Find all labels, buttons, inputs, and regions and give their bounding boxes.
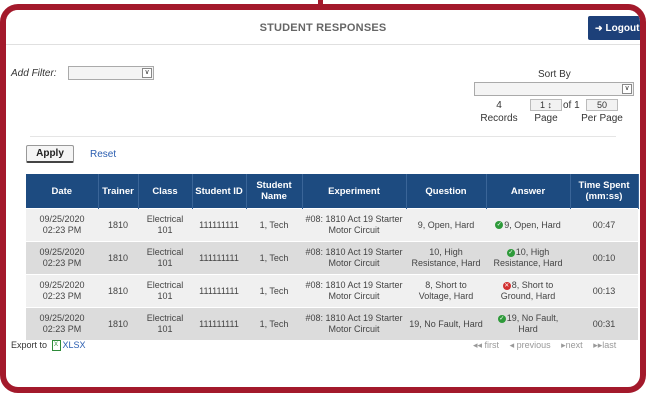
- reset-link[interactable]: Reset: [90, 149, 116, 160]
- cell-student-id: 111111111: [192, 241, 246, 275]
- cell-time-spent: 00:47: [570, 208, 638, 242]
- cell-student-name: 1, Tech: [246, 208, 302, 242]
- cell-trainer: 1810: [98, 241, 138, 275]
- cell-trainer: 1810: [98, 307, 138, 340]
- check-circle-icon: ✓: [506, 248, 515, 257]
- table-row[interactable]: 09/25/2020 02:23 PM 1810 Electrical 101 …: [26, 274, 638, 308]
- cell-trainer: 1810: [98, 274, 138, 308]
- add-filter-select[interactable]: ∨: [68, 66, 154, 80]
- page-stepper[interactable]: 1 ↕: [530, 99, 562, 111]
- export-label: Export to: [11, 340, 48, 350]
- page-of-label: of 1: [563, 100, 580, 111]
- cell-student-id: 111111111: [192, 208, 246, 242]
- cell-student-id: 111111111: [192, 307, 246, 340]
- cell-experiment: #08: 1810 Act 19 Starter Motor Circuit: [302, 307, 406, 340]
- answer-text: 10, High Resistance, Hard: [493, 247, 563, 268]
- column-header-answer[interactable]: Answer: [486, 174, 571, 209]
- cell-question: 10, High Resistance, Hard: [406, 241, 486, 275]
- cell-date: 09/25/2020 02:23 PM: [26, 241, 98, 275]
- add-filter-label: Add Filter:: [11, 68, 57, 79]
- last-page-link[interactable]: ▸▸last: [593, 340, 620, 350]
- records-count: 4: [496, 100, 502, 111]
- table-header-row: Date Trainer Class Student ID Student Na…: [26, 174, 639, 209]
- first-page-link[interactable]: ◂◂ first: [473, 340, 503, 350]
- cell-question: 19, No Fault, Hard: [406, 307, 486, 340]
- column-header-student-id[interactable]: Student ID: [192, 174, 247, 209]
- table-row[interactable]: 09/25/2020 02:23 PM 1810 Electrical 101 …: [26, 241, 638, 275]
- logout-icon: ➜: [595, 22, 603, 33]
- app-window: STUDENT RESPONSES ➜ Logout Add Filter: ∨…: [0, 4, 646, 393]
- sort-by-label: Sort By: [538, 69, 571, 80]
- apply-button[interactable]: Apply: [26, 145, 74, 163]
- cell-student-name: 1, Tech: [246, 241, 302, 275]
- logout-label: Logout: [605, 22, 640, 34]
- column-header-trainer[interactable]: Trainer: [98, 174, 139, 209]
- x-circle-icon: ✕: [502, 281, 511, 290]
- cell-class: Electrical 101: [138, 208, 192, 242]
- cell-answer: ✓ 10, High Resistance, Hard: [486, 241, 570, 275]
- check-circle-icon: ✓: [495, 221, 504, 230]
- logout-button[interactable]: ➜ Logout: [588, 16, 640, 40]
- stepper-arrows-icon: ↕: [547, 100, 553, 110]
- next-page-link[interactable]: ▸next: [561, 340, 587, 350]
- table-row[interactable]: 09/25/2020 02:23 PM 1810 Electrical 101 …: [26, 307, 638, 340]
- cell-student-name: 1, Tech: [246, 307, 302, 340]
- check-circle-icon: ✓: [497, 314, 506, 323]
- spreadsheet-icon: X: [51, 340, 61, 352]
- cell-class: Electrical 101: [138, 274, 192, 308]
- answer-text: 9, Open, Hard: [504, 219, 561, 230]
- cell-experiment: #08: 1810 Act 19 Starter Motor Circuit: [302, 241, 406, 275]
- cell-student-name: 1, Tech: [246, 274, 302, 308]
- export-area: Export to X XLSX: [11, 340, 86, 352]
- sort-by-select[interactable]: ∨: [474, 82, 634, 96]
- cell-class: Electrical 101: [138, 241, 192, 275]
- column-header-class[interactable]: Class: [138, 174, 193, 209]
- column-header-date[interactable]: Date: [26, 174, 99, 209]
- cell-experiment: #08: 1810 Act 19 Starter Motor Circuit: [302, 274, 406, 308]
- records-label: Records: [480, 113, 518, 124]
- page-title: STUDENT RESPONSES: [259, 22, 387, 34]
- cell-time-spent: 00:31: [570, 307, 638, 340]
- cell-time-spent: 00:10: [570, 241, 638, 275]
- column-header-experiment[interactable]: Experiment: [302, 174, 407, 209]
- cell-answer: ✓ 9, Open, Hard: [486, 208, 570, 242]
- divider: [30, 136, 616, 137]
- previous-page-link[interactable]: ◂ previous: [510, 340, 555, 350]
- chevron-down-icon: ∨: [142, 68, 152, 78]
- cell-date: 09/25/2020 02:23 PM: [26, 274, 98, 308]
- chevron-down-icon: ∨: [622, 84, 632, 94]
- column-header-time-spent[interactable]: Time Spent (mm:ss): [570, 174, 639, 209]
- cell-student-id: 111111111: [192, 274, 246, 308]
- cell-date: 09/25/2020 02:23 PM: [26, 307, 98, 340]
- cell-time-spent: 00:13: [570, 274, 638, 308]
- column-header-question[interactable]: Question: [406, 174, 487, 209]
- cell-class: Electrical 101: [138, 307, 192, 340]
- pagination: ◂◂ first ◂ previous ▸next ▸▸last: [473, 340, 624, 351]
- per-page-label: Per Page: [581, 113, 623, 124]
- cell-experiment: #08: 1810 Act 19 Starter Motor Circuit: [302, 208, 406, 242]
- answer-text: 19, No Fault, Hard: [506, 313, 559, 334]
- page-stepper-value: 1: [539, 100, 545, 110]
- cell-answer: ✓ 19, No Fault, Hard: [486, 307, 570, 340]
- cell-date: 09/25/2020 02:23 PM: [26, 208, 98, 242]
- cell-question: 9, Open, Hard: [406, 208, 486, 242]
- export-xlsx-link[interactable]: XLSX: [63, 340, 86, 350]
- cell-trainer: 1810: [98, 208, 138, 242]
- title-bar: STUDENT RESPONSES ➜ Logout: [6, 10, 640, 45]
- per-page-field[interactable]: 50: [586, 99, 618, 111]
- page-label: Page: [534, 113, 558, 124]
- cell-answer: ✕ 8, Short to Ground, Hard: [486, 274, 570, 308]
- table-row[interactable]: 09/25/2020 02:23 PM 1810 Electrical 101 …: [26, 208, 638, 242]
- responses-table: Date Trainer Class Student ID Student Na…: [26, 174, 639, 340]
- cell-question: 8, Short to Voltage, Hard: [406, 274, 486, 308]
- column-header-student-name[interactable]: Student Name: [246, 174, 303, 209]
